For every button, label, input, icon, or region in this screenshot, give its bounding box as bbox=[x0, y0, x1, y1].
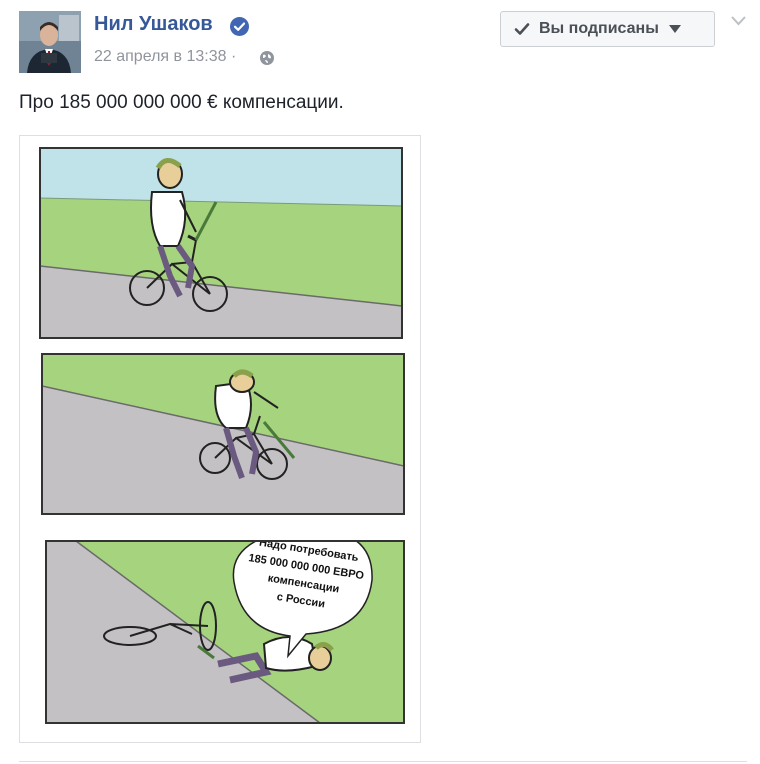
verified-badge-icon bbox=[230, 17, 249, 36]
author-avatar[interactable] bbox=[19, 11, 81, 73]
post-image[interactable]: Надо потребовать 185 000 000 000 ЕВРО ко… bbox=[19, 135, 421, 743]
check-icon bbox=[514, 23, 530, 35]
comic-panel-1 bbox=[40, 148, 402, 338]
post-divider bbox=[19, 761, 747, 762]
meme-comic: Надо потребовать 185 000 000 000 ЕВРО ко… bbox=[39, 147, 405, 724]
chevron-down-icon[interactable] bbox=[730, 14, 747, 28]
post-meta: 22 апреля в 13:38 · bbox=[94, 48, 236, 66]
globe-icon[interactable] bbox=[259, 50, 275, 66]
following-button[interactable]: Вы подписаны bbox=[500, 11, 715, 47]
post-text: Про 185 000 000 000 € компенсации. bbox=[19, 92, 344, 113]
comic-panel-3: Надо потребовать 185 000 000 000 ЕВРО ко… bbox=[46, 541, 404, 723]
comic-panel-2 bbox=[42, 354, 404, 514]
author-name[interactable]: Нил Ушаков bbox=[94, 13, 213, 36]
meta-separator: · bbox=[230, 48, 237, 65]
caret-down-icon bbox=[668, 25, 681, 33]
facebook-post: Нил Ушаков 22 апреля в 13:38 · Вы подпис… bbox=[0, 0, 760, 764]
post-date[interactable]: 22 апреля в 13:38 bbox=[94, 48, 227, 65]
following-button-label: Вы подписаны bbox=[539, 20, 659, 37]
